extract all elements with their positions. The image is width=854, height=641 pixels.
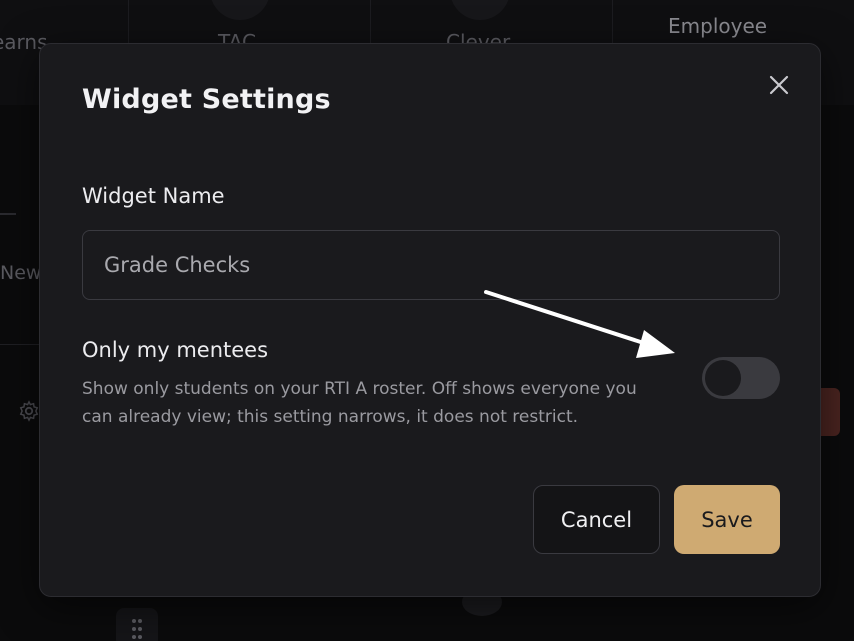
only-my-mentees-toggle[interactable] (702, 357, 780, 399)
background-side-label: New (0, 262, 42, 284)
grip-icon (132, 619, 142, 639)
close-button[interactable] (766, 72, 792, 98)
mentees-toggle-title: Only my mentees (82, 338, 269, 362)
toggle-knob (705, 360, 741, 396)
mentees-toggle-description: Show only students on your RTI A roster.… (82, 379, 637, 427)
widget-name-input[interactable] (82, 230, 780, 300)
close-icon (769, 75, 789, 95)
background-tile-label: Employee (668, 14, 768, 38)
cancel-button[interactable]: Cancel (533, 485, 660, 554)
dialog-title: Widget Settings (82, 84, 331, 115)
widget-settings-dialog: Widget Settings Widget Name Only my ment… (39, 43, 821, 597)
gear-icon (19, 400, 39, 422)
background-divider (0, 213, 16, 215)
drag-handle (116, 608, 158, 641)
widget-name-label: Widget Name (82, 184, 225, 208)
background-divider (0, 344, 40, 345)
save-button[interactable]: Save (674, 485, 780, 554)
